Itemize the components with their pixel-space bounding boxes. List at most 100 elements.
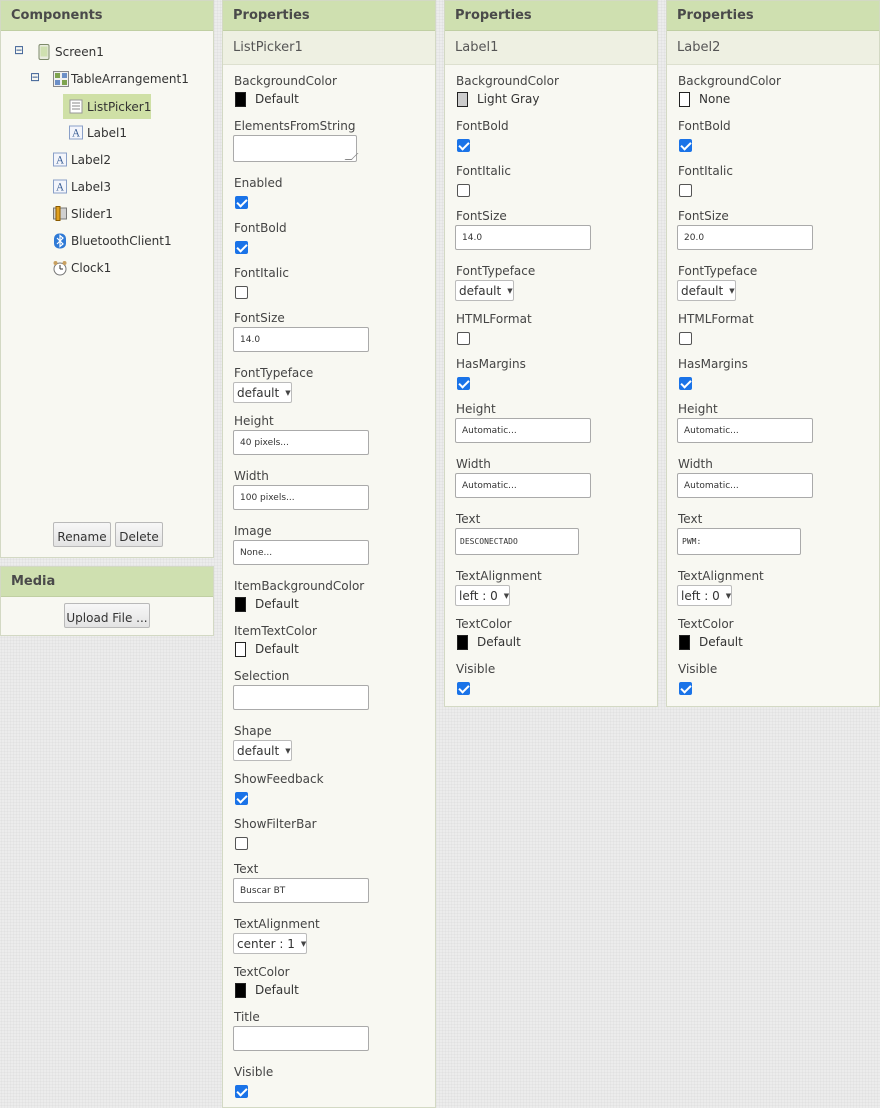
- itemtextcolor-value[interactable]: Default: [255, 642, 299, 656]
- itembackgroundcolor-swatch[interactable]: [235, 597, 246, 612]
- prop-label-elementsfromstring: ElementsFromString: [234, 119, 356, 133]
- chevron-down-icon: ▼: [285, 389, 291, 397]
- fontbold-checkbox[interactable]: [235, 241, 248, 254]
- backgroundcolor-swatch[interactable]: [679, 92, 690, 107]
- selection-input[interactable]: [233, 685, 369, 710]
- prop-label-htmlformat: HTMLFormat: [456, 312, 532, 326]
- tree-item-slider1[interactable]: Slider1: [53, 203, 113, 225]
- svg-text:A: A: [55, 183, 64, 194]
- htmlformat-checkbox[interactable]: [679, 332, 692, 345]
- prop-label-fontbold: FontBold: [456, 119, 509, 133]
- textcolor-swatch[interactable]: [679, 635, 690, 650]
- textcolor-value[interactable]: Default: [477, 635, 521, 649]
- width-input[interactable]: Automatic...: [455, 473, 591, 498]
- selected-component-name: Label2: [667, 31, 879, 65]
- tree-item-label2[interactable]: A Label2: [53, 149, 111, 171]
- prop-label-fontsize: FontSize: [234, 311, 285, 325]
- backgroundcolor-value[interactable]: Light Gray: [477, 92, 539, 106]
- textalignment-select[interactable]: left : 0 ▼: [677, 585, 733, 606]
- fontitalic-checkbox[interactable]: [679, 184, 692, 197]
- visible-checkbox[interactable]: [679, 682, 692, 695]
- screen1-collapse-icon[interactable]: ⊟: [14, 44, 24, 56]
- text-textarea[interactable]: DESCONECTADO: [455, 528, 579, 555]
- fonttypeface-select[interactable]: default ▼: [455, 280, 514, 301]
- fontsize-input[interactable]: 20.0: [677, 225, 813, 250]
- tree-item-screen1[interactable]: Screen1: [37, 41, 104, 63]
- delete-button[interactable]: Delete: [115, 522, 163, 547]
- fonttypeface-value: default: [459, 284, 502, 298]
- prop-label-itemtextcolor: ItemTextColor: [234, 624, 317, 638]
- hasmargins-checkbox[interactable]: [457, 377, 470, 390]
- properties-panel-label1: Properties Label1 BackgroundColor Light …: [444, 0, 658, 707]
- backgroundcolor-value[interactable]: Default: [255, 92, 299, 106]
- tree-item-clock1[interactable]: Clock1: [53, 257, 111, 279]
- textalignment-select[interactable]: left : 0 ▼: [455, 585, 511, 606]
- properties-panel-label2: Properties Label2 BackgroundColor None F…: [666, 0, 880, 707]
- showfilterbar-checkbox[interactable]: [235, 837, 248, 850]
- tree-item-label: TableArrangement1: [71, 72, 189, 86]
- enabled-checkbox[interactable]: [235, 196, 248, 209]
- image-input[interactable]: None...: [233, 540, 369, 565]
- chevron-down-icon: ▼: [725, 592, 732, 600]
- tree-item-label: Label1: [87, 126, 128, 140]
- media-panel: Media Upload File ...: [0, 566, 214, 636]
- chevron-down-icon: ▼: [507, 287, 513, 295]
- fontbold-checkbox[interactable]: [679, 139, 692, 152]
- textcolor-swatch[interactable]: [457, 635, 468, 650]
- fontitalic-checkbox[interactable]: [235, 286, 248, 299]
- upload-file-button[interactable]: Upload File ...: [64, 603, 150, 628]
- itembackgroundcolor-value[interactable]: Default: [255, 597, 299, 611]
- height-input[interactable]: Automatic...: [455, 418, 591, 443]
- visible-checkbox[interactable]: [457, 682, 470, 695]
- prop-label-fontitalic: FontItalic: [678, 164, 733, 178]
- backgroundcolor-swatch[interactable]: [457, 92, 468, 107]
- height-input[interactable]: 40 pixels...: [233, 430, 369, 455]
- svg-text:A: A: [55, 156, 64, 167]
- width-input[interactable]: 100 pixels...: [233, 485, 369, 510]
- htmlformat-checkbox[interactable]: [457, 332, 470, 345]
- elementsfromstring-textarea[interactable]: [233, 135, 359, 162]
- textalignment-select[interactable]: center : 1 ▼: [233, 933, 308, 954]
- prop-label-text: Text: [678, 512, 703, 526]
- visible-checkbox[interactable]: [235, 1085, 248, 1098]
- tablearrangement1-collapse-icon[interactable]: ⊟: [30, 71, 40, 83]
- prop-label-backgroundcolor: BackgroundColor: [234, 74, 337, 88]
- tree-item-listpicker1[interactable]: ListPicker1: [63, 94, 151, 119]
- fonttypeface-select[interactable]: default ▼: [677, 280, 736, 301]
- prop-label-textcolor: TextColor: [234, 965, 290, 979]
- height-input[interactable]: Automatic...: [677, 418, 813, 443]
- shape-select[interactable]: default ▼: [233, 740, 292, 761]
- prop-label-fontitalic: FontItalic: [456, 164, 511, 178]
- itemtextcolor-swatch[interactable]: [235, 642, 246, 657]
- showfeedback-checkbox[interactable]: [235, 792, 248, 805]
- fontsize-input[interactable]: 14.0: [455, 225, 591, 250]
- listpicker-icon: [69, 99, 83, 115]
- tree-item-bluetoothclient1[interactable]: BluetoothClient1: [53, 230, 172, 252]
- text-input[interactable]: Buscar BT: [233, 878, 369, 903]
- label-icon: A: [53, 179, 67, 195]
- prop-label-image: Image: [234, 524, 272, 538]
- prop-label-textcolor: TextColor: [678, 617, 734, 631]
- prop-label-fontbold: FontBold: [678, 119, 731, 133]
- prop-label-fonttypeface: FontTypeface: [678, 264, 758, 278]
- text-textarea[interactable]: PWM:: [677, 528, 801, 555]
- properties-panel-listpicker1: Properties ListPicker1 BackgroundColor D…: [222, 0, 436, 1108]
- fontitalic-checkbox[interactable]: [457, 184, 470, 197]
- fontbold-checkbox[interactable]: [457, 139, 470, 152]
- textcolor-swatch[interactable]: [235, 983, 246, 998]
- hasmargins-checkbox[interactable]: [679, 377, 692, 390]
- textcolor-value[interactable]: Default: [699, 635, 743, 649]
- title-input[interactable]: [233, 1026, 369, 1051]
- chevron-down-icon: ▼: [300, 940, 307, 948]
- backgroundcolor-value[interactable]: None: [699, 92, 730, 106]
- fonttypeface-select[interactable]: default ▼: [233, 382, 292, 403]
- width-input[interactable]: Automatic...: [677, 473, 813, 498]
- rename-button[interactable]: Rename: [53, 522, 111, 547]
- tree-item-label1[interactable]: A Label1: [69, 122, 127, 144]
- fontsize-input[interactable]: 14.0: [233, 327, 369, 352]
- textcolor-value[interactable]: Default: [255, 983, 299, 997]
- tree-item-label3[interactable]: A Label3: [53, 176, 111, 198]
- tree-item-tablearrangement1[interactable]: TableArrangement1: [53, 68, 189, 90]
- backgroundcolor-swatch[interactable]: [235, 92, 246, 107]
- prop-label-title: Title: [234, 1010, 260, 1024]
